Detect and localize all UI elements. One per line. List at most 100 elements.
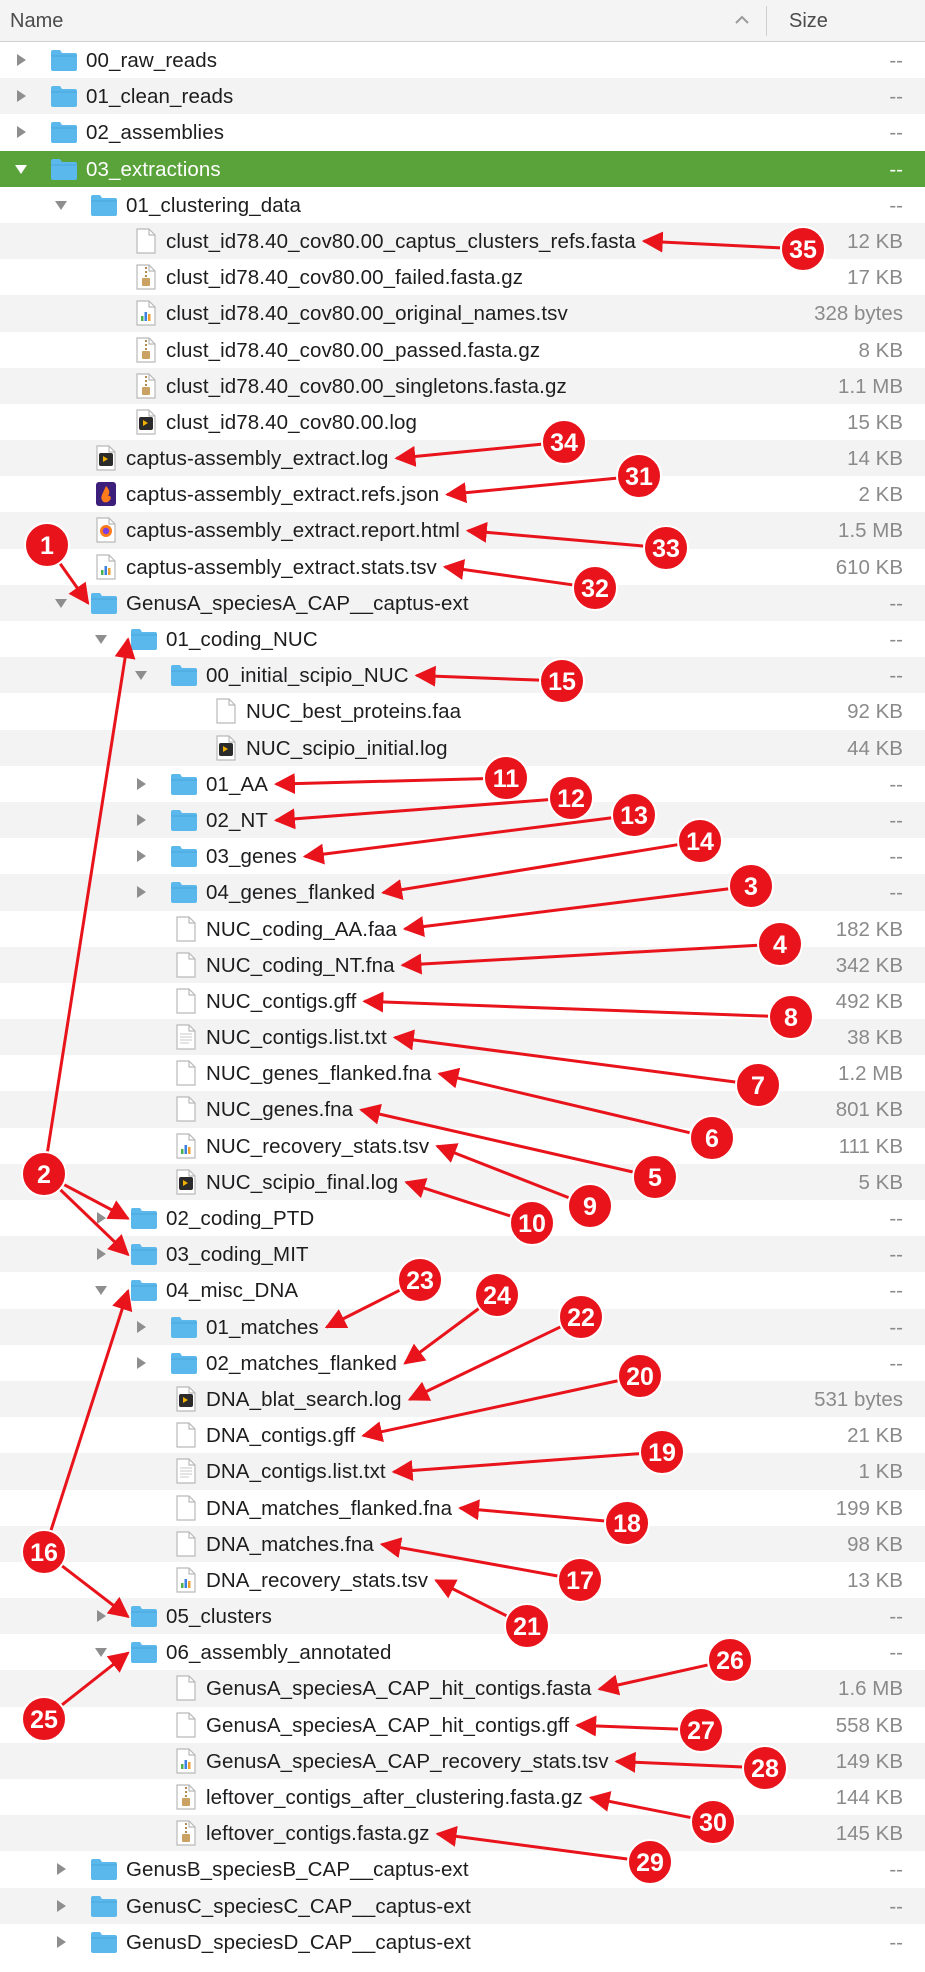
item-size: -- [889,157,903,181]
folder-row[interactable]: 01_clustering_data -- [0,187,925,223]
file-row[interactable]: leftover_contigs_after_clustering.fasta.… [0,1779,925,1815]
item-size: -- [889,1315,903,1339]
folder-row[interactable]: 06_assembly_annotated -- [0,1634,925,1670]
file-row[interactable]: captus-assembly_extract.stats.tsv 610 KB [0,549,925,585]
disclosure-expanded-icon[interactable] [134,668,148,682]
disclosure-collapsed-icon[interactable] [134,813,148,827]
item-name: 04_misc_DNA [166,1279,299,1303]
disclosure-collapsed-icon[interactable] [94,1211,108,1225]
folder-row[interactable]: GenusD_speciesD_CAP__captus-ext -- [0,1924,925,1960]
disclosure-collapsed-icon[interactable] [134,1320,148,1334]
name-column-header[interactable]: Name [10,10,63,33]
folder-row[interactable]: 03_coding_MIT -- [0,1236,925,1273]
file-row[interactable]: NUC_coding_NT.fna 342 KB [0,946,925,983]
file-row[interactable]: NUC_best_proteins.faa 92 KB [0,693,925,729]
folder-row[interactable]: 00_raw_reads -- [0,42,925,78]
file-row[interactable]: GenusA_speciesA_CAP_hit_contigs.gff 558 K… [0,1707,925,1743]
item-name: GenusA_speciesA_CAP_hit_contigs.gff [206,1713,570,1737]
file-row[interactable]: clust_id78.40_cov80.00.log 15 KB [0,404,925,440]
file-row[interactable]: clust_id78.40_cov80.00_singletons.fasta.… [0,367,925,404]
disclosure-collapsed-icon[interactable] [94,1247,108,1261]
size-column-header[interactable]: Size [789,10,828,33]
table-icon [172,1567,200,1593]
file-row[interactable]: NUC_genes_flanked.fna 1.2 MB [0,1055,925,1091]
disclosure-collapsed-icon[interactable] [14,89,28,103]
disclosure-expanded-icon[interactable] [94,1283,108,1297]
folder-row[interactable]: 01_AA -- [0,766,925,802]
file-row[interactable]: NUC_contigs.gff 492 KB [0,983,925,1019]
folder-row[interactable]: 04_genes_flanked -- [0,874,925,911]
folder-row[interactable]: 02_NT -- [0,801,925,839]
file-row[interactable]: NUC_coding_AA.faa 182 KB [0,911,925,947]
disclosure-collapsed-icon[interactable] [134,777,148,791]
item-size: -- [889,1641,903,1665]
file-row[interactable]: GenusA_speciesA_CAP_recovery_stats.tsv 14… [0,1742,925,1779]
sort-ascending-icon[interactable] [732,12,752,28]
folder-row[interactable]: 02_assemblies -- [0,114,925,150]
file-row[interactable]: DNA_matches.fna 98 KB [0,1525,925,1562]
folder-row[interactable]: 01_matches -- [0,1308,925,1345]
item-size: -- [889,193,903,217]
file-row[interactable]: NUC_scipio_initial.log 44 KB [0,729,925,766]
item-size: -- [889,628,903,651]
folder-row[interactable]: 02_matches_flanked -- [0,1345,925,1381]
file-row[interactable]: NUC_contigs.list.txt 38 KB [0,1019,925,1056]
file-row[interactable]: DNA_contigs.gff 21 KB [0,1417,925,1453]
disclosure-collapsed-icon[interactable] [134,885,148,899]
disclosure-expanded-icon[interactable] [14,162,28,176]
file-row[interactable]: leftover_contigs.fasta.gz 145 KB [0,1815,925,1852]
file-row[interactable]: DNA_contigs.list.txt 1 KB [0,1453,925,1490]
folder-row[interactable]: GenusA_speciesA_CAP__captus-ext -- [0,584,925,621]
file-row[interactable]: clust_id78.40_cov80.00_captus_clusters_r… [0,222,925,260]
file-row[interactable]: DNA_matches_flanked.fna 199 KB [0,1490,925,1526]
disclosure-collapsed-icon[interactable] [54,1935,68,1949]
folder-row[interactable]: GenusC_speciesC_CAP__captus-ext -- [0,1887,925,1924]
disclosure-expanded-icon[interactable] [54,198,68,212]
file-row[interactable]: captus-assembly_extract.log 14 KB [0,440,925,477]
file-row[interactable]: NUC_genes.fna 801 KB [0,1091,925,1128]
disclosure-collapsed-icon[interactable] [134,849,148,863]
file-row[interactable]: DNA_recovery_stats.tsv 13 KB [0,1562,925,1598]
item-size: -- [889,808,903,832]
column-divider[interactable] [766,6,767,36]
file-row[interactable]: captus-assembly_extract.refs.json 2 KB [0,476,925,512]
folder-row[interactable]: 03_genes -- [0,838,925,874]
item-name: 02_assemblies [86,121,225,145]
file-row[interactable]: NUC_recovery_stats.tsv 111 KB [0,1128,925,1164]
disclosure-collapsed-icon[interactable] [14,125,28,139]
html-icon [92,517,120,544]
disclosure-collapsed-icon[interactable] [54,1862,68,1876]
item-name: 00_raw_reads [86,49,218,72]
item-size: 1.5 MB [838,519,903,543]
folder-row[interactable]: GenusB_speciesB_CAP__captus-ext -- [0,1851,925,1887]
item-size: -- [889,1605,903,1629]
folder-row[interactable]: 05_clusters -- [0,1598,925,1635]
disclosure-expanded-icon[interactable] [54,596,68,610]
folder-row[interactable]: 04_misc_DNA -- [0,1272,925,1308]
disclosure-collapsed-icon[interactable] [54,1899,68,1913]
disclosure-collapsed-icon[interactable] [134,1356,148,1370]
folder-row[interactable]: 01_clean_reads -- [0,78,925,115]
disclosure-expanded-icon[interactable] [94,1645,108,1659]
doc-icon [172,988,200,1014]
item-size: 328 bytes [814,302,903,326]
file-row[interactable]: captus-assembly_extract.report.html 1.5 M… [0,512,925,549]
folder-row[interactable]: 03_extractions -- [0,150,925,187]
file-row[interactable]: clust_id78.40_cov80.00_original_names.ts… [0,295,925,332]
file-row[interactable]: clust_id78.40_cov80.00_failed.fasta.gz 17… [0,259,925,295]
item-size: 13 KB [847,1568,903,1592]
item-name: DNA_matches.fna [206,1532,374,1556]
disclosure-collapsed-icon[interactable] [14,53,28,67]
item-size: -- [889,772,903,796]
folder-row[interactable]: 02_coding_PTD -- [0,1200,925,1236]
item-name: 02_NT [206,808,269,832]
file-row[interactable]: DNA_blat_search.log 531 bytes [0,1380,925,1418]
doc-icon [172,915,200,942]
disclosure-expanded-icon[interactable] [94,632,108,646]
file-row[interactable]: clust_id78.40_cov80.00_passed.fasta.gz 8 … [0,332,925,368]
file-row[interactable]: GenusA_speciesA_CAP_hit_contigs.fasta 1.6… [0,1670,925,1707]
disclosure-collapsed-icon[interactable] [94,1609,108,1623]
file-row[interactable]: NUC_scipio_final.log 5 KB [0,1163,925,1200]
folder-row[interactable]: 01_coding_NUC -- [0,621,925,657]
folder-row[interactable]: 00_initial_scipio_NUC -- [0,657,925,694]
